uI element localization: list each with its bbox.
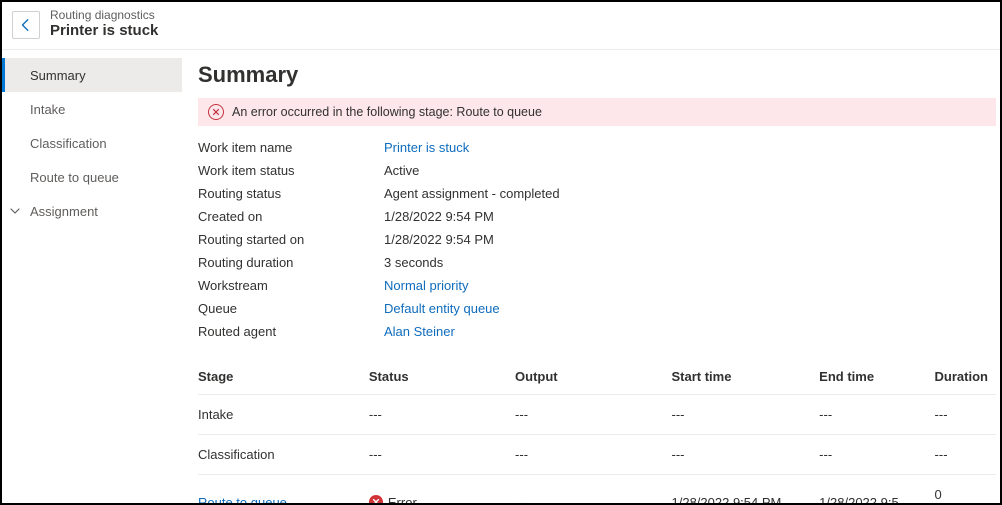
work-item-name-link[interactable]: Printer is stuck [384,140,469,155]
output-text: --- [515,475,671,504]
sidebar-item-label: Intake [30,102,65,117]
stage-text: Intake [198,407,233,422]
breadcrumb: Routing diagnostics [50,9,158,22]
col-header-end[interactable]: End time [819,361,934,395]
error-icon [369,495,383,503]
detail-label: Work item status [198,163,384,178]
detail-label: Workstream [198,278,384,293]
arrow-left-icon [19,18,33,32]
duration-text: 0 seconds [935,475,996,504]
sidebar-item-label: Classification [30,136,107,151]
start-time-text: 1/28/2022 9:54 PM [672,475,820,504]
detail-label: Routing started on [198,232,384,247]
output-text: --- [515,435,671,475]
detail-value: Agent assignment - completed [384,186,560,201]
output-text: --- [515,395,671,435]
page-title: Printer is stuck [50,22,158,40]
col-header-start[interactable]: Start time [672,361,820,395]
stages-table: Stage Status Output Start time End time … [198,361,996,503]
sidebar-item-intake[interactable]: Intake [2,92,182,126]
end-time-text: --- [819,395,934,435]
detail-value: 3 seconds [384,255,443,270]
workstream-link[interactable]: Normal priority [384,278,469,293]
col-header-duration[interactable]: Duration [935,361,996,395]
detail-row-queue: Queue Default entity queue [198,297,996,320]
detail-label: Created on [198,209,384,224]
error-banner-text: An error occurred in the following stage… [232,105,542,119]
queue-link[interactable]: Default entity queue [384,301,500,316]
sidebar-item-classification[interactable]: Classification [2,126,182,160]
col-header-output[interactable]: Output [515,361,671,395]
sidebar-item-label: Summary [30,68,86,83]
sidebar-item-label: Assignment [30,204,98,219]
detail-row-routing-duration: Routing duration 3 seconds [198,251,996,274]
status-text: Error [388,495,417,504]
detail-row-routing-started: Routing started on 1/28/2022 9:54 PM [198,228,996,251]
sidebar-item-route-to-queue[interactable]: Route to queue [2,160,182,194]
detail-label: Routing status [198,186,384,201]
sidebar-item-assignment[interactable]: Assignment [2,194,182,228]
table-row: Classification--------------- [198,435,996,475]
status-text: --- [369,447,382,462]
back-button[interactable] [12,11,40,39]
sidebar-item-label: Route to queue [30,170,119,185]
detail-row-routed-agent: Routed agent Alan Steiner [198,320,996,343]
col-header-stage[interactable]: Stage [198,361,369,395]
detail-value: 1/28/2022 9:54 PM [384,232,494,247]
sidebar-item-summary[interactable]: Summary [2,58,182,92]
status-cell: Error [369,495,507,504]
section-title: Summary [198,62,996,88]
sidebar: Summary Intake Classification Route to q… [2,50,182,503]
details-list: Work item name Printer is stuck Work ite… [198,136,996,343]
stage-text: Classification [198,447,275,462]
table-row: Intake--------------- [198,395,996,435]
detail-label: Routed agent [198,324,384,339]
duration-text: --- [935,435,996,475]
error-banner: An error occurred in the following stage… [198,98,996,126]
detail-row-workstream: Workstream Normal priority [198,274,996,297]
detail-label: Queue [198,301,384,316]
stage-link[interactable]: Route to queue [198,495,287,504]
status-cell: --- [369,407,507,422]
start-time-text: --- [672,395,820,435]
end-time-text: --- [819,435,934,475]
duration-text: --- [935,395,996,435]
detail-row-work-item-name: Work item name Printer is stuck [198,136,996,159]
header-titles: Routing diagnostics Printer is stuck [50,9,158,40]
detail-value: 1/28/2022 9:54 PM [384,209,494,224]
detail-row-routing-status: Routing status Agent assignment - comple… [198,182,996,205]
end-time-text: 1/28/2022 9:5… [819,475,934,504]
detail-row-created-on: Created on 1/28/2022 9:54 PM [198,205,996,228]
detail-row-work-item-status: Work item status Active [198,159,996,182]
start-time-text: --- [672,435,820,475]
table-row: Route to queue Error ---1/28/2022 9:54 PM1… [198,475,996,504]
status-text: --- [369,407,382,422]
main-content: Summary An error occurred in the followi… [182,50,1000,503]
col-header-status[interactable]: Status [369,361,515,395]
routed-agent-link[interactable]: Alan Steiner [384,324,455,339]
detail-value: Active [384,163,419,178]
detail-label: Routing duration [198,255,384,270]
chevron-down-icon [10,206,20,216]
table-header-row: Stage Status Output Start time End time … [198,361,996,395]
page-header: Routing diagnostics Printer is stuck [2,2,1000,50]
detail-label: Work item name [198,140,384,155]
status-cell: --- [369,447,507,462]
error-circle-icon [208,104,224,120]
